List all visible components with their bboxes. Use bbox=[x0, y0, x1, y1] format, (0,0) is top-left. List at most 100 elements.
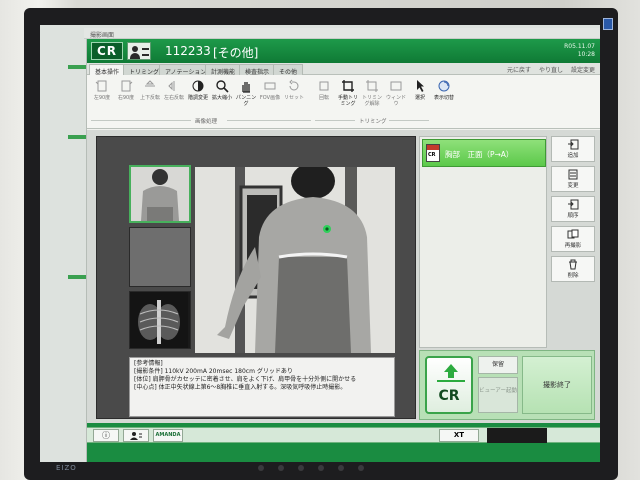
order-button[interactable]: 順序 bbox=[551, 196, 595, 222]
thumbnail-empty[interactable] bbox=[129, 227, 191, 287]
pan-button[interactable]: パンニング bbox=[235, 79, 257, 107]
reset-icon bbox=[289, 79, 299, 91]
rotate-right-button[interactable]: 右90度 bbox=[115, 79, 137, 101]
xt-button[interactable]: XT bbox=[439, 429, 479, 442]
tab-exam-order[interactable]: 検査指示 bbox=[239, 64, 276, 76]
rotate-left-button[interactable]: 左90度 bbox=[91, 79, 113, 101]
fov-button[interactable]: FOV画像 bbox=[259, 79, 281, 101]
zoom-button[interactable]: 拡大縮小 bbox=[211, 79, 233, 101]
tool-label: FOV画像 bbox=[259, 95, 281, 101]
order-button-label: 順序 bbox=[567, 213, 579, 219]
header-time: 10:28 bbox=[577, 51, 595, 58]
monitor-screen: 撮影画面 CR 112233 [その他] R05.11.07 10:28 基本操… bbox=[40, 25, 600, 462]
tool-label: 右90度 bbox=[117, 95, 135, 101]
patient-id: 112233 bbox=[165, 44, 211, 58]
amanda-button[interactable]: AMANDA bbox=[153, 429, 183, 442]
patient-head-shape bbox=[132, 46, 138, 52]
cr-logo: CR bbox=[91, 42, 123, 60]
window-button[interactable]: ウィンドウ bbox=[385, 79, 407, 107]
flip-horizontal-icon bbox=[168, 81, 175, 91]
monitor-brand-logo: EIZO bbox=[56, 464, 77, 472]
change-icon bbox=[568, 169, 578, 180]
rotate-left-icon bbox=[95, 80, 107, 92]
flip-horizontal-button[interactable]: 左右反転 bbox=[163, 79, 185, 101]
change-button[interactable]: 変更 bbox=[551, 166, 595, 192]
header-date: R05.11.07 bbox=[564, 43, 595, 50]
tool-label: 拡大縮小 bbox=[211, 95, 232, 101]
bg-window-stripe bbox=[68, 275, 88, 279]
delete-button[interactable]: 削除 bbox=[551, 256, 595, 282]
manual-trim-button[interactable]: 手動トリミング bbox=[337, 79, 359, 107]
crop-icon bbox=[342, 80, 354, 92]
status-black-area bbox=[487, 428, 547, 443]
cr-app-window: CR 112233 [その他] R05.11.07 10:28 基本操作 トリミ… bbox=[86, 39, 600, 462]
display-toggle-button[interactable]: 表示切替 bbox=[433, 79, 455, 101]
hand-icon bbox=[242, 82, 250, 93]
tab-basic[interactable]: 基本操作 bbox=[89, 64, 126, 76]
contrast-button[interactable]: 階調変更 bbox=[187, 79, 209, 101]
retake-button[interactable]: 再撮影 bbox=[551, 226, 595, 252]
patient-back-photo-thumb bbox=[131, 167, 189, 221]
thumbnail-xray[interactable] bbox=[129, 291, 191, 349]
tool-label: 左右反転 bbox=[163, 95, 184, 101]
patient-info-icon[interactable] bbox=[127, 42, 151, 60]
exam-list: CR 胸部 正面（P→A） bbox=[419, 136, 547, 348]
exposure-control-panel: CR 保留 ビューアー起動 撮影終了 bbox=[419, 350, 595, 420]
tool-label: 表示切替 bbox=[433, 95, 454, 101]
info-button[interactable]: ⓘ bbox=[93, 429, 119, 442]
redo-link[interactable]: やり直し bbox=[539, 65, 563, 74]
exam-item-label: 胸部 正面（P→A） bbox=[445, 150, 514, 159]
group-label-trim: トリミング bbox=[359, 119, 387, 125]
thumbnail-photo[interactable] bbox=[129, 165, 191, 223]
cr-button-label: CR bbox=[438, 388, 460, 404]
monitor-button bbox=[318, 465, 324, 471]
up-arrow-base bbox=[437, 380, 465, 382]
image-viewer[interactable]: [参考情報] [撮影条件] 110kV 200mA 20msec 180cm グ… bbox=[96, 136, 416, 419]
background-window-titlebar[interactable]: 撮影画面 bbox=[84, 28, 600, 39]
tool-label: 選択 bbox=[414, 95, 425, 101]
trim-release-button[interactable]: トリミング解除 bbox=[361, 79, 383, 107]
monitor-button bbox=[358, 465, 364, 471]
tool-label: 手動トリミング bbox=[337, 95, 358, 107]
change-button-label: 変更 bbox=[567, 183, 579, 189]
monitor-button bbox=[258, 465, 264, 471]
tab-bar: 基本操作 トリミング アノテーション 計測機能 検査指示 その他 元に戻す やり… bbox=[87, 63, 600, 76]
flip-vertical-button[interactable]: 上下反転 bbox=[139, 79, 161, 101]
retake-icon bbox=[567, 229, 579, 239]
user-icon bbox=[130, 432, 142, 440]
monitor-buttons bbox=[258, 465, 364, 471]
info-line: [参考情報] bbox=[134, 360, 163, 367]
header-datetime: R05.11.07 10:28 bbox=[564, 43, 595, 59]
exam-icon-tag bbox=[427, 145, 439, 150]
monitor-button bbox=[338, 465, 344, 471]
select-button[interactable]: 選択 bbox=[409, 79, 431, 101]
rotate-button[interactable]: 回転 bbox=[313, 79, 335, 101]
bg-window-stripe bbox=[68, 135, 88, 139]
status-bar-inner: ⓘ AMANDA XT bbox=[87, 427, 600, 443]
reset-button[interactable]: リセット bbox=[283, 79, 305, 101]
rotate-icon bbox=[319, 81, 329, 91]
settings-link[interactable]: 設定変更 bbox=[571, 65, 595, 74]
camera-view-image[interactable] bbox=[195, 167, 395, 353]
cr-read-button[interactable]: CR bbox=[425, 356, 473, 414]
contrast-icon bbox=[192, 80, 204, 92]
undo-link[interactable]: 元に戻す bbox=[507, 65, 531, 74]
hold-button[interactable]: 保留 bbox=[478, 356, 518, 374]
window-icon bbox=[390, 81, 402, 91]
viewer-launch-button[interactable]: ビューアー起動 bbox=[478, 377, 518, 413]
bg-window-stripe bbox=[68, 65, 88, 69]
patient-category: [その他] bbox=[213, 46, 259, 60]
exam-icon-text: CR bbox=[428, 152, 436, 158]
select-icon bbox=[417, 80, 424, 92]
display-toggle-icon bbox=[438, 80, 450, 92]
status-bar: ⓘ AMANDA XT bbox=[87, 423, 600, 462]
add-button[interactable]: 追加 bbox=[551, 136, 595, 162]
order-icon bbox=[568, 199, 579, 210]
tab-other[interactable]: その他 bbox=[273, 64, 304, 76]
group-label-image: 画像処理 bbox=[195, 119, 218, 125]
user-button[interactable] bbox=[123, 429, 149, 442]
finish-exam-button[interactable]: 撮影終了 bbox=[522, 356, 592, 414]
exam-item-chest-pa[interactable]: CR 胸部 正面（P→A） bbox=[422, 139, 546, 167]
tool-label: 回転 bbox=[318, 95, 329, 101]
tab-measure[interactable]: 計測機能 bbox=[205, 64, 242, 76]
